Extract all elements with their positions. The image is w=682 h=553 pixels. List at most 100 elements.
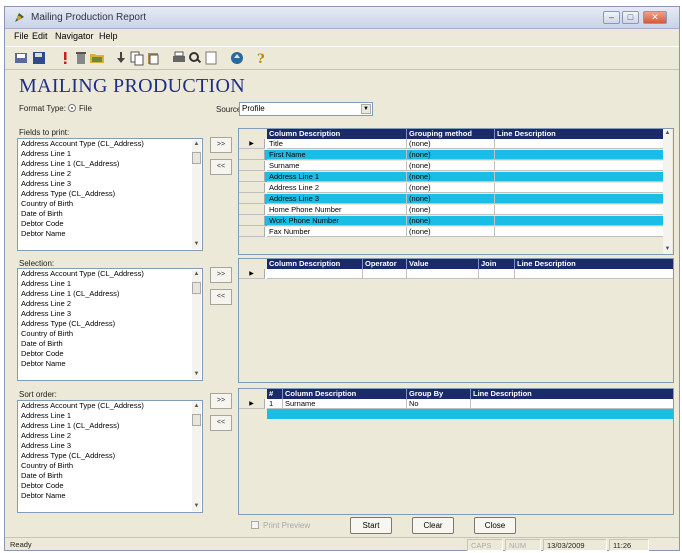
sort-remove-button[interactable]: <<: [210, 415, 232, 431]
grid-header-column-description[interactable]: Column Description: [267, 259, 363, 269]
list-item[interactable]: Country of Birth: [18, 329, 202, 339]
row-selector[interactable]: [239, 161, 265, 171]
menu-help[interactable]: Help: [99, 31, 118, 41]
row-pointer-icon[interactable]: ▶: [239, 139, 265, 149]
table-cell[interactable]: Surname: [283, 399, 407, 409]
list-item[interactable]: Address Line 2: [18, 431, 202, 441]
row-selector[interactable]: [239, 150, 265, 160]
list-item[interactable]: Date of Birth: [18, 471, 202, 481]
fields-to-print-list[interactable]: Address Account Type (CL_Address) Addres…: [17, 138, 203, 251]
table-row[interactable]: ▶ 1 Surname No: [239, 399, 673, 409]
scroll-down-icon[interactable]: ▼: [192, 240, 201, 249]
scroll-up-icon[interactable]: ▲: [192, 402, 201, 411]
list-item[interactable]: Debtor Name: [18, 229, 202, 239]
table-cell[interactable]: [495, 150, 665, 160]
grid-header-number[interactable]: #: [267, 389, 283, 399]
table-cell[interactable]: [495, 183, 665, 193]
table-cell[interactable]: First Name: [267, 150, 407, 160]
page-icon[interactable]: [203, 50, 219, 66]
table-cell[interactable]: (none): [407, 227, 495, 237]
close-button[interactable]: Close: [474, 517, 516, 534]
table-row[interactable]: ▶: [239, 269, 673, 279]
table-cell[interactable]: 1: [267, 399, 283, 409]
list-item[interactable]: Address Line 1: [18, 279, 202, 289]
list-item[interactable]: Address Line 3: [18, 309, 202, 319]
row-selector[interactable]: [239, 183, 265, 193]
print-icon[interactable]: [171, 50, 187, 66]
grid-header-operator[interactable]: Operator: [363, 259, 407, 269]
grid-header-line-description[interactable]: Line Description: [495, 129, 665, 139]
source-select[interactable]: Profile ▼: [239, 102, 373, 116]
clear-button[interactable]: Clear: [412, 517, 454, 534]
grid-header-value[interactable]: Value: [407, 259, 479, 269]
table-cell[interactable]: Address Line 1: [267, 172, 407, 182]
print-preview-checkbox[interactable]: [251, 521, 259, 529]
preview-icon[interactable]: [187, 50, 203, 66]
selection-grid[interactable]: Column Description Operator Value Join L…: [238, 258, 674, 383]
list-item[interactable]: Address Account Type (CL_Address): [18, 401, 202, 411]
list-item[interactable]: Address Account Type (CL_Address): [18, 139, 202, 149]
table-cell[interactable]: [515, 269, 673, 279]
format-type-radio[interactable]: [68, 104, 76, 112]
help-icon[interactable]: ?: [253, 50, 269, 66]
sort-order-list[interactable]: Address Account Type (CL_Address) Addres…: [17, 400, 203, 513]
start-button[interactable]: Start: [350, 517, 392, 534]
table-cell[interactable]: Address Line 3: [267, 194, 407, 204]
menu-edit[interactable]: Edit: [32, 31, 48, 41]
list-item[interactable]: Debtor Code: [18, 349, 202, 359]
selection-scrollbar[interactable]: ▲ ▼: [192, 270, 201, 379]
table-cell[interactable]: [495, 205, 665, 215]
scroll-up-icon[interactable]: ▲: [192, 270, 201, 279]
scroll-up-icon[interactable]: ▲: [663, 129, 672, 138]
table-cell[interactable]: [267, 269, 363, 279]
fields-scrollbar[interactable]: ▲ ▼: [192, 140, 201, 249]
sort-grid[interactable]: # Column Description Group By Line Descr…: [238, 388, 674, 515]
row-selector[interactable]: [239, 205, 265, 215]
disk-icon[interactable]: [31, 50, 47, 66]
folder-icon[interactable]: [89, 50, 105, 66]
list-item[interactable]: Debtor Name: [18, 491, 202, 501]
table-cell[interactable]: No: [407, 399, 471, 409]
delete-icon[interactable]: [73, 50, 89, 66]
table-cell[interactable]: [495, 227, 665, 237]
copy-icon[interactable]: [129, 50, 145, 66]
print-columns-grid[interactable]: Column Description Grouping method Line …: [238, 128, 674, 255]
table-cell[interactable]: Work Phone Number: [267, 216, 407, 226]
table-cell[interactable]: [495, 172, 665, 182]
save-icon[interactable]: [13, 50, 29, 66]
table-cell[interactable]: (none): [407, 183, 495, 193]
table-cell[interactable]: Home Phone Number: [267, 205, 407, 215]
list-item[interactable]: Address Line 1 (CL_Address): [18, 289, 202, 299]
list-item[interactable]: Address Line 2: [18, 299, 202, 309]
import-icon[interactable]: [113, 50, 129, 66]
table-cell[interactable]: [479, 269, 515, 279]
table-cell[interactable]: [495, 194, 665, 204]
table-row[interactable]: First Name (none): [239, 150, 665, 160]
scroll-down-icon[interactable]: ▼: [192, 370, 201, 379]
table-row[interactable]: Address Line 3 (none): [239, 194, 665, 204]
list-item[interactable]: Date of Birth: [18, 209, 202, 219]
list-item[interactable]: Address Line 1: [18, 411, 202, 421]
scroll-thumb[interactable]: [192, 282, 201, 294]
table-row-new[interactable]: [267, 409, 673, 419]
list-item[interactable]: Address Account Type (CL_Address): [18, 269, 202, 279]
table-cell[interactable]: (none): [407, 150, 495, 160]
scroll-thumb[interactable]: [192, 414, 201, 426]
fields-remove-button[interactable]: <<: [210, 159, 232, 175]
close-window-button[interactable]: ✕: [643, 11, 667, 24]
table-cell[interactable]: [471, 399, 673, 409]
list-item[interactable]: Address Line 3: [18, 179, 202, 189]
table-cell[interactable]: (none): [407, 194, 495, 204]
grid-header-join[interactable]: Join: [479, 259, 515, 269]
table-cell[interactable]: [495, 161, 665, 171]
list-item[interactable]: Address Line 2: [18, 169, 202, 179]
fields-add-button[interactable]: >>: [210, 137, 232, 153]
list-item[interactable]: Address Type (CL_Address): [18, 451, 202, 461]
table-row[interactable]: ▶ Title (none): [239, 139, 665, 149]
menu-file[interactable]: File: [14, 31, 29, 41]
list-item[interactable]: Address Line 3: [18, 441, 202, 451]
grid-header-group-by[interactable]: Group By: [407, 389, 471, 399]
list-item[interactable]: Date of Birth: [18, 339, 202, 349]
table-cell[interactable]: Address Line 2: [267, 183, 407, 193]
list-item[interactable]: Address Line 1: [18, 149, 202, 159]
